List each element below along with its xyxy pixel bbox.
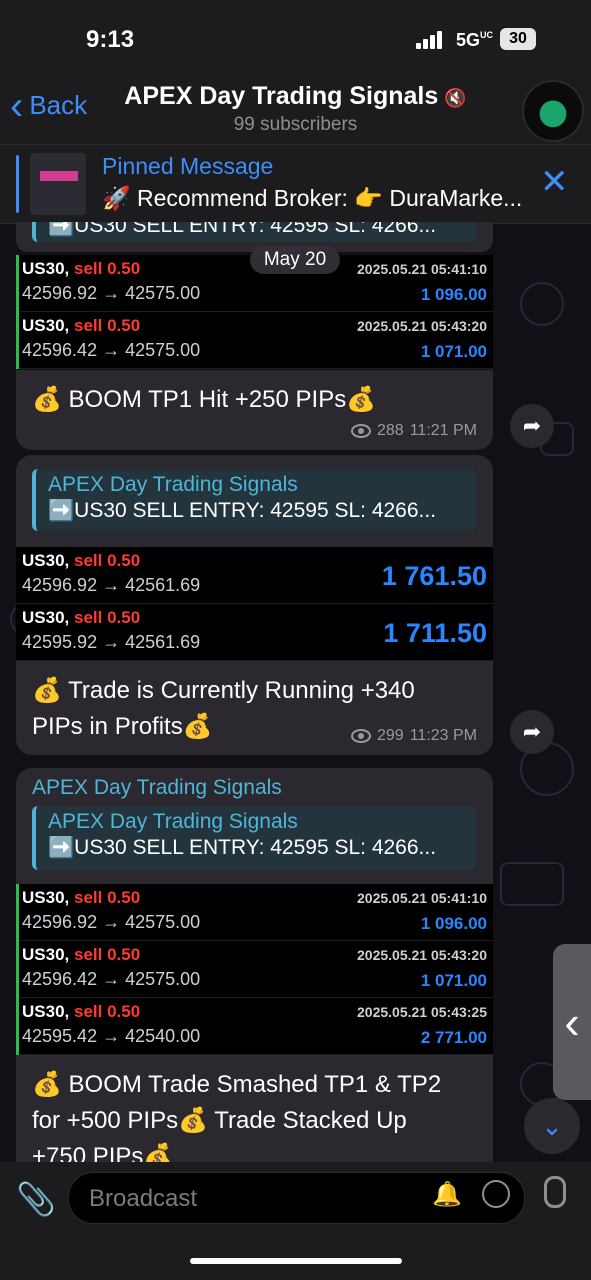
message-text: 💰 BOOM TP1 Hit +250 PIPs💰 [32,386,377,413]
message-bubble[interactable]: 💰 BOOM TP1 Hit +250 PIPs💰 288 11:21 PM [16,370,493,450]
close-icon[interactable]: ✕ [540,165,569,199]
pinned-thumbnail [30,153,86,215]
date-pill: May 20 [250,246,340,274]
composer-bar: 📎 Broadcast 🔔 [0,1162,591,1280]
table-row: US30, sell 0.50 42596.92 → 42575.00 2025… [16,884,493,941]
forward-arrow-icon[interactable]: ➦ [510,404,554,448]
table-row: US30, sell 0.50 42595.92 → 42561.69 1 71… [16,604,493,661]
message-bubble[interactable]: APEX Day Trading Signals ➡️US30 SELL ENT… [16,455,493,547]
channel-title[interactable]: APEX Day Trading Signals 🔇 [0,82,591,111]
timer-icon[interactable] [482,1180,510,1208]
table-row: US30, sell 0.50 42596.42 → 42575.00 2025… [16,941,493,998]
reply-quote[interactable]: APEX Day Trading Signals ➡️US30 SELL ENT… [32,469,476,531]
pinned-message-bar[interactable]: Pinned Message 🚀 Recommend Broker: 👉 Dur… [0,144,591,224]
channel-avatar[interactable] [522,80,584,142]
trade-table: US30, sell 0.50 42596.92 → 42575.00 2025… [16,255,493,369]
message-bubble[interactable]: 💰 BOOM Trade Smashed TP1 & TP2 for +500 … [16,1055,493,1162]
battery-icon: 30 [500,28,536,50]
side-panel-handle[interactable]: ‹ [553,944,591,1100]
pinned-indicator [16,155,19,213]
message-bubble[interactable]: APEX Day Trading Signals APEX Day Tradin… [16,768,493,884]
home-indicator [190,1258,402,1264]
eye-icon [351,729,371,743]
trade-table: US30, sell 0.50 42596.92 → 42575.00 2025… [16,884,493,1055]
bell-icon[interactable]: 🔔 [432,1180,462,1209]
subscriber-count: 99 subscribers [233,114,358,135]
status-time: 9:13 [86,26,135,53]
message-meta: 299 11:23 PM [351,727,477,745]
reply-quote[interactable]: APEX Day Trading Signals ➡️US30 SELL ENT… [32,806,476,870]
message-text: 💰 BOOM Trade Smashed TP1 & TP2 for +500 … [32,1071,442,1162]
pinned-text: 🚀 Recommend Broker: 👉 DuraMarke... [102,185,523,211]
table-row: US30, sell 0.50 42596.92 → 42561.69 1 76… [16,547,493,604]
sender-name: APEX Day Trading Signals [32,776,282,799]
message-bubble[interactable]: 💰 Trade is Currently Running +340 PIPs i… [16,661,493,755]
table-row: US30, sell 0.50 42595.42 → 42540.00 2025… [16,998,493,1055]
eye-icon [351,424,371,438]
forward-arrow-icon[interactable]: ➦ [510,710,554,754]
network-label: 5GUC [456,30,494,50]
signal-icon [416,31,444,49]
chat-header: ‹ Back APEX Day Trading Signals 🔇 99 subsc… [0,70,591,144]
table-row: US30, sell 0.50 42596.42 → 42575.00 2025… [16,312,493,369]
chevron-down-icon[interactable]: ⌄ [524,1098,580,1154]
paperclip-icon[interactable]: 📎 [16,1180,56,1218]
message-bubble[interactable]: ➡️US30 SELL ENTRY: 42595 SL: 4266... [16,222,493,252]
reply-quote[interactable]: ➡️US30 SELL ENTRY: 42595 SL: 4266... [32,222,476,242]
status-bar: 9:13 5GUC 30 [0,0,591,80]
mute-icon: 🔇 [444,88,467,108]
microphone-icon[interactable] [544,1176,566,1208]
trade-table: US30, sell 0.50 42596.92 → 42561.69 1 76… [16,547,493,661]
message-meta: 288 11:21 PM [351,422,477,440]
pinned-title: Pinned Message [102,153,274,179]
